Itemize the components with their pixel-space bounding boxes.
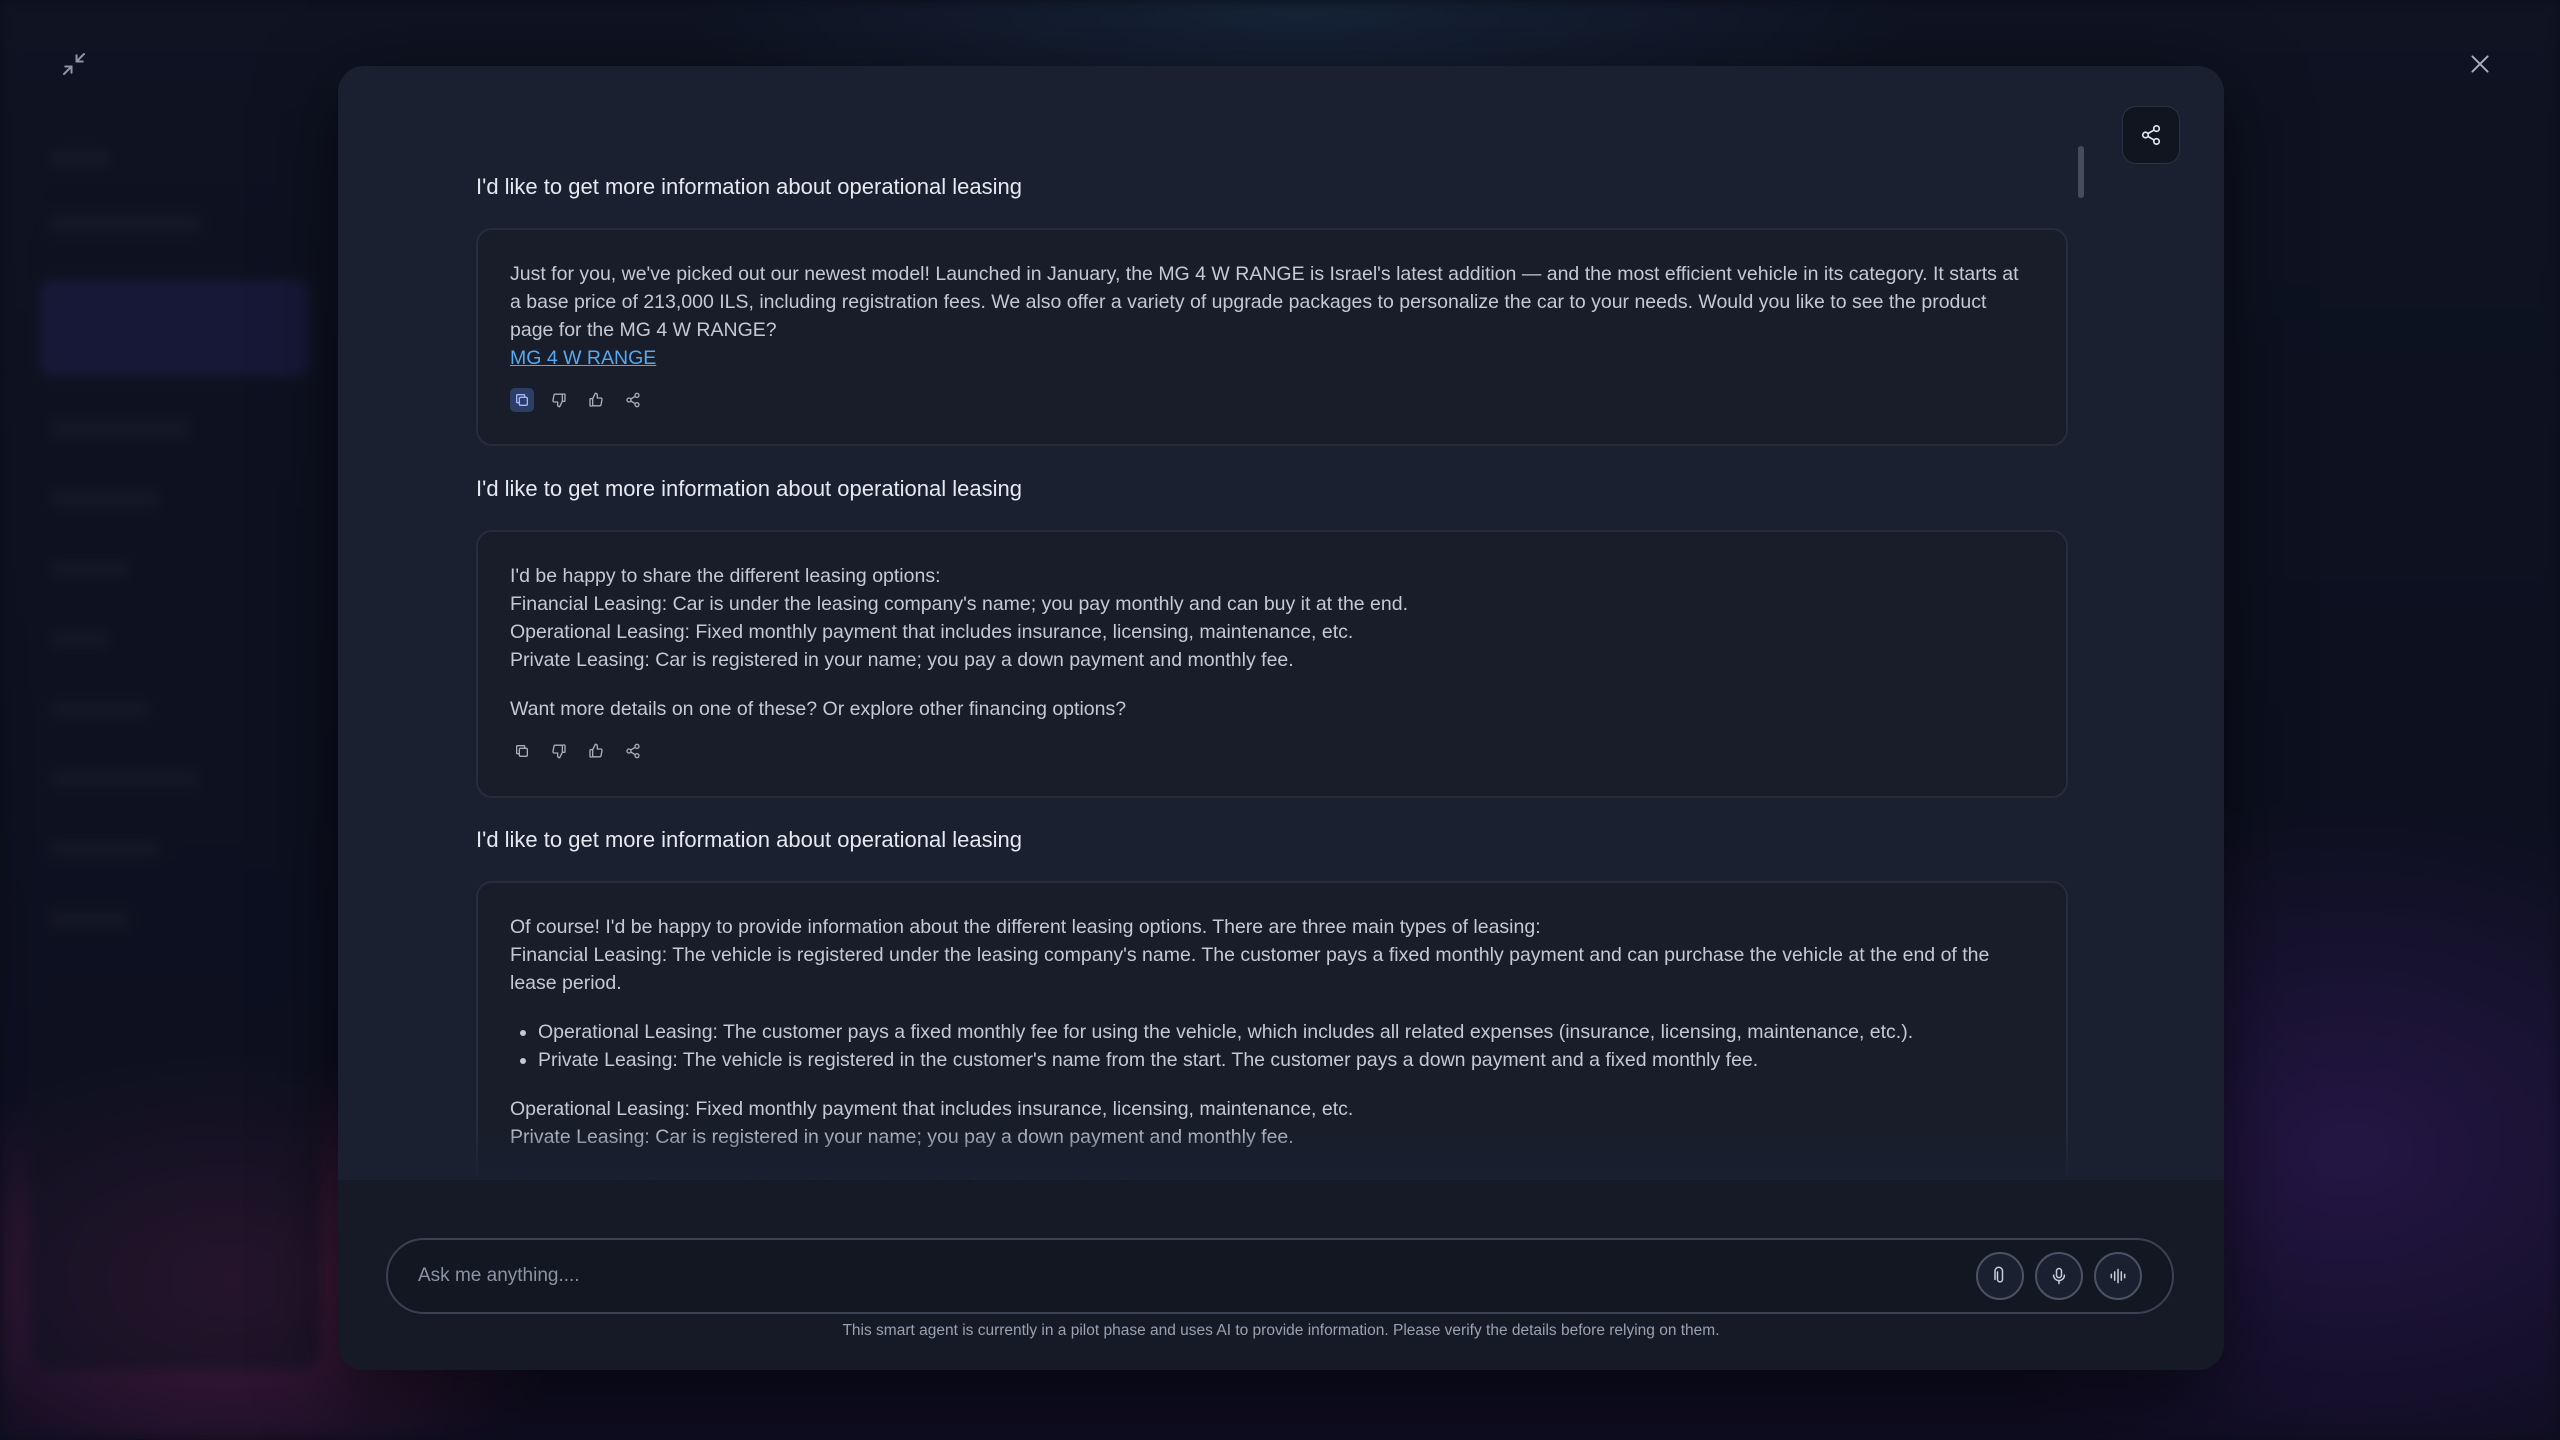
message-actions [510,739,2034,763]
dislike-button[interactable] [547,388,571,412]
thumbs-up-icon [588,743,604,759]
list-item: Private Leasing: The vehicle is register… [538,1046,2034,1074]
bot-message-line: I'd be happy to share the different leas… [510,565,941,587]
share-icon [625,743,641,759]
bot-message-line: Operational Leasing: Fixed monthly payme… [510,1098,1354,1120]
microphone-button[interactable] [2035,1252,2083,1300]
bot-message-line: Private Leasing: Car is registered in yo… [510,649,1294,671]
bot-message-intro: Of course! I'd be happy to provide infor… [510,916,1541,938]
thumbs-down-icon [551,743,567,759]
share-icon [625,392,641,408]
copy-icon [514,392,530,408]
paperclip-icon [1990,1266,2010,1286]
message-input[interactable] [418,1265,1965,1287]
like-button[interactable] [584,388,608,412]
bot-message-line: Financial Leasing: The vehicle is regist… [510,944,1990,994]
bot-message-closing: Want more details on one of these? Or ex… [510,698,1127,720]
bot-message: I'd be happy to share the different leas… [476,530,2068,798]
share-conversation-button[interactable] [2122,106,2180,164]
share-message-button[interactable] [621,739,645,763]
thumbs-down-icon [551,392,567,408]
user-message: I'd like to get more information about o… [476,827,1022,852]
copy-button[interactable] [510,388,534,412]
product-link[interactable]: MG 4 W RANGE [510,347,656,369]
bot-message: Just for you, we've picked out our newes… [476,228,2068,446]
audio-wave-icon [2108,1266,2128,1286]
message-list[interactable]: I'd like to get more information about o… [476,66,2068,1180]
bot-message-bullets: Operational Leasing: The customer pays a… [538,1018,2034,1074]
bot-message-line: Financial Leasing: Car is under the leas… [510,593,1408,615]
close-icon [2467,51,2493,77]
voice-mode-button[interactable] [2094,1252,2142,1300]
share-message-button[interactable] [621,388,645,412]
dislike-button[interactable] [547,739,571,763]
thumbs-up-icon [588,392,604,408]
user-message: I'd like to get more information about o… [476,174,1022,199]
bot-message-line: Private Leasing: Car is registered in yo… [510,1126,1294,1148]
like-button[interactable] [584,739,608,763]
message-composer [386,1238,2174,1314]
share-icon [2140,124,2162,146]
copy-icon [514,743,530,759]
copy-button[interactable] [510,739,534,763]
user-message: I'd like to get more information about o… [476,476,1022,501]
message-actions [510,388,2034,412]
attach-button[interactable] [1976,1252,2024,1300]
chat-panel: I'd like to get more information about o… [338,66,2224,1370]
bot-message-text: Just for you, we've picked out our newes… [510,263,2019,341]
bot-message: Of course! I'd be happy to provide infor… [476,881,2068,1180]
ai-disclaimer: This smart agent is currently in a pilot… [842,1322,1720,1339]
bot-message-line: Operational Leasing: Fixed monthly payme… [510,621,1354,643]
bot-message-closing: Want more details on one of these? Or ex… [510,1172,2034,1180]
microphone-icon [2049,1266,2069,1286]
chat-scrollbar[interactable] [2078,146,2084,198]
collapse-arrows-icon [59,49,89,79]
collapse-button[interactable] [56,46,92,82]
close-button[interactable] [2462,46,2498,82]
list-item: Operational Leasing: The customer pays a… [538,1018,2034,1046]
